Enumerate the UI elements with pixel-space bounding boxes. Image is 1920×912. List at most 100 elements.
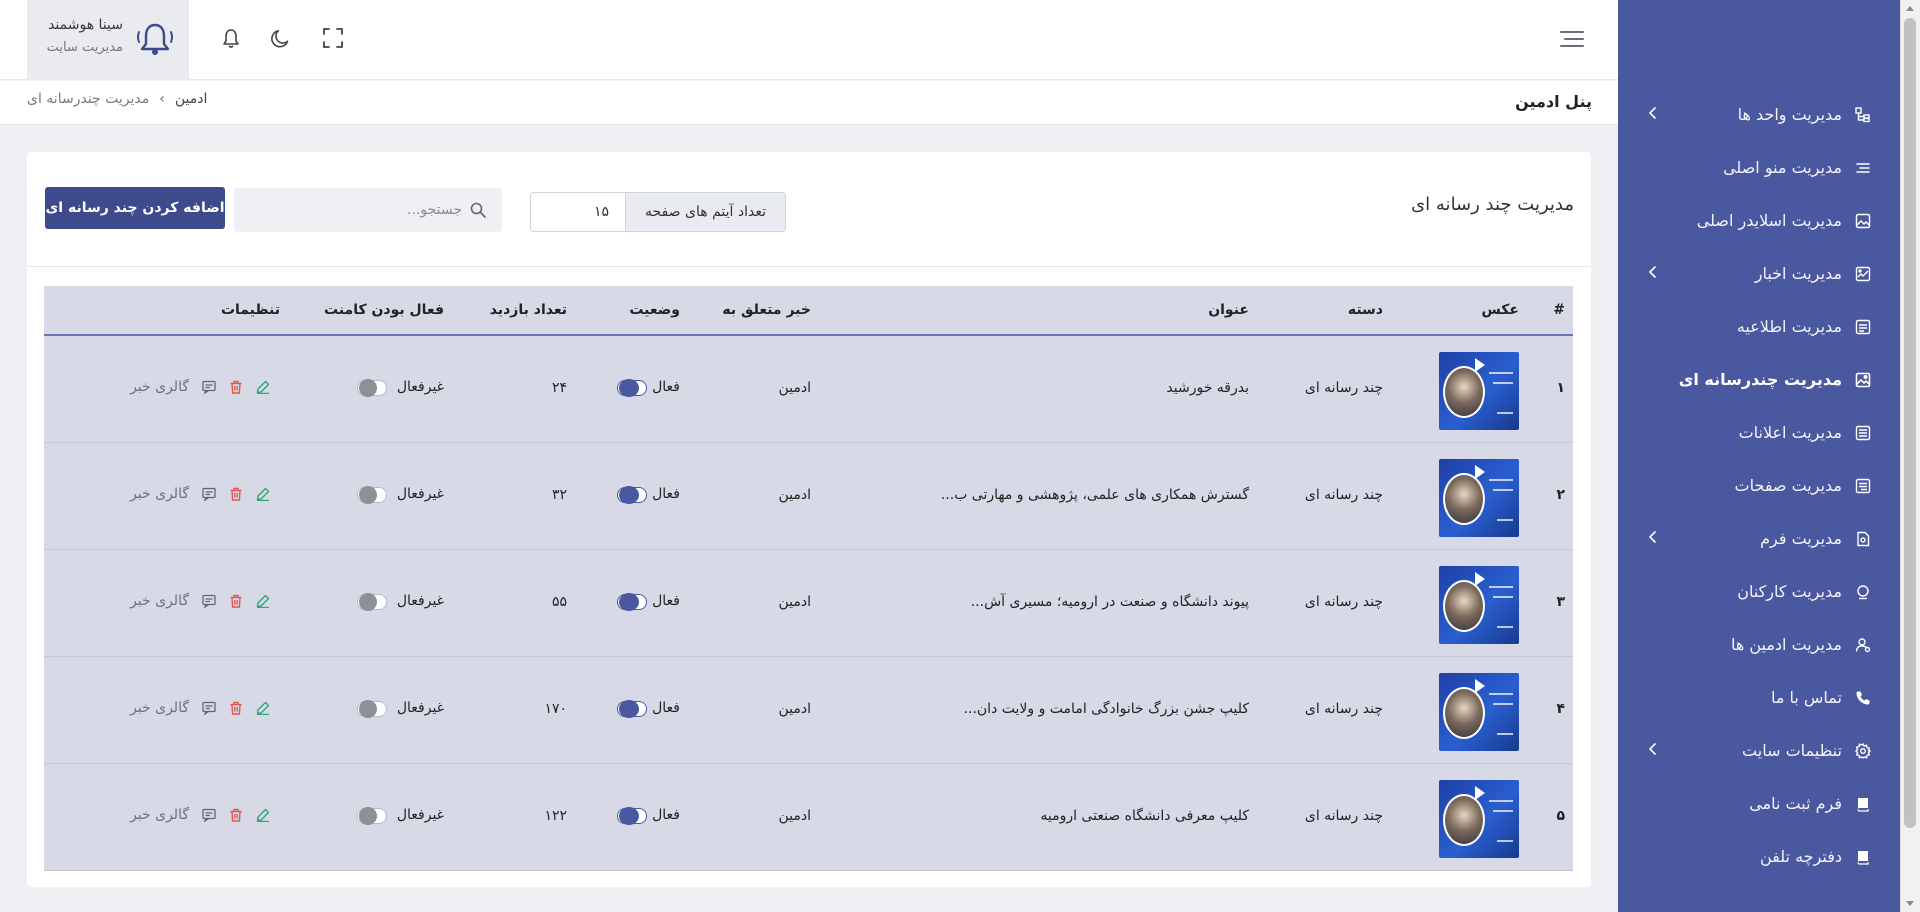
cell-index: ۱ bbox=[1556, 380, 1565, 396]
content-card: مدیریت چند رسانه ای تعداد آیتم های صفحه … bbox=[27, 152, 1591, 887]
gallery-comment-icon[interactable] bbox=[202, 487, 216, 501]
sidebar-item-1[interactable]: مدیریت واحد ها bbox=[1618, 88, 1900, 141]
edit-icon[interactable] bbox=[256, 808, 270, 822]
cell-category: چند رسانه ای bbox=[1304, 701, 1383, 717]
sidebar-item-label: دفترچه تلفن bbox=[1759, 847, 1842, 866]
scroll-up-arrow[interactable] bbox=[1906, 6, 1914, 11]
sidebar-item-4[interactable]: مدیریت اخبار bbox=[1618, 247, 1900, 300]
row-thumbnail-image[interactable] bbox=[1439, 566, 1519, 644]
thumbnail-text-line bbox=[1497, 519, 1513, 521]
sidebar-item-13[interactable]: تنظیمات سایت bbox=[1618, 724, 1900, 777]
status-toggle[interactable] bbox=[617, 700, 647, 718]
table-row: ۲ چند رسانه ای گسترش همکاری های علمی، پژوه… bbox=[44, 443, 1573, 550]
cell-related-news: ادمین bbox=[778, 487, 811, 503]
play-icon bbox=[1475, 465, 1485, 479]
sidebar-item-label: مدیریت اخبار bbox=[1754, 264, 1842, 283]
row-thumbnail-image[interactable] bbox=[1439, 459, 1519, 537]
cell-views: ۲۴ bbox=[551, 380, 567, 396]
chevron-left-icon[interactable] bbox=[1648, 531, 1658, 547]
cell-related-news: ادمین bbox=[778, 380, 811, 396]
delete-icon[interactable] bbox=[229, 380, 243, 394]
news-gallery-link[interactable]: گالری خبر bbox=[130, 593, 189, 609]
sidebar-item-label: فرم ثبت نامی bbox=[1749, 794, 1842, 813]
comments-toggle[interactable] bbox=[357, 379, 387, 397]
search-input[interactable] bbox=[262, 202, 462, 218]
sidebar-item-10[interactable]: مدیریت کارکنان bbox=[1618, 565, 1900, 618]
sidebar-item-14[interactable]: فرم ثبت نامی bbox=[1618, 777, 1900, 830]
multimedia-icon bbox=[1854, 371, 1872, 389]
row-thumbnail-image[interactable] bbox=[1439, 780, 1519, 858]
sidebar-item-3[interactable]: مدیریت اسلایدر اصلی bbox=[1618, 194, 1900, 247]
comments-toggle[interactable] bbox=[357, 700, 387, 718]
gear-icon bbox=[1854, 742, 1872, 760]
delete-icon[interactable] bbox=[229, 808, 243, 822]
user-avatar-bell-icon bbox=[135, 20, 175, 62]
sidebar-item-label: مدیریت چندرسانه ای bbox=[1678, 370, 1842, 389]
add-multimedia-button[interactable]: اضافه کردن چند رسانه ای bbox=[45, 187, 225, 229]
staff-icon bbox=[1854, 583, 1872, 601]
toggle-knob bbox=[359, 486, 377, 504]
row-thumbnail-image[interactable] bbox=[1439, 352, 1519, 430]
sidebar-item-8[interactable]: مدیریت صفحات bbox=[1618, 459, 1900, 512]
chevron-left-icon[interactable] bbox=[1648, 743, 1658, 759]
page-scrollbar[interactable] bbox=[1900, 0, 1920, 912]
breadcrumb: مدیریت چندرسانه ای ‹ ادمین bbox=[27, 91, 207, 107]
sidebar-item-7[interactable]: مدیریت اعلانات bbox=[1618, 406, 1900, 459]
cell-views: ۳۲ bbox=[551, 487, 567, 503]
sidebar-item-6[interactable]: مدیریت چندرسانه ای bbox=[1618, 353, 1900, 406]
breadcrumb-item-admin[interactable]: ادمین bbox=[175, 91, 208, 107]
sidebar-item-9[interactable]: مدیریت فرم bbox=[1618, 512, 1900, 565]
edit-icon[interactable] bbox=[256, 487, 270, 501]
status-toggle[interactable] bbox=[617, 486, 647, 504]
sidebar-item-15[interactable]: دفترچه تلفن bbox=[1618, 830, 1900, 883]
header-index: # bbox=[1553, 302, 1565, 318]
cell-title: بدرقه خورشید bbox=[1166, 380, 1249, 396]
comments-toggle[interactable] bbox=[357, 807, 387, 825]
notification-bell-icon[interactable] bbox=[218, 25, 244, 51]
header-views: تعداد بازدید bbox=[489, 302, 567, 318]
sidebar-item-5[interactable]: مدیریت اطلاعیه bbox=[1618, 300, 1900, 353]
news-gallery-link[interactable]: گالری خبر bbox=[130, 486, 189, 502]
edit-icon[interactable] bbox=[256, 380, 270, 394]
chevron-left-icon[interactable] bbox=[1648, 107, 1658, 123]
gallery-comment-icon[interactable] bbox=[202, 380, 216, 394]
status-toggle[interactable] bbox=[617, 807, 647, 825]
sidebar-item-label: مدیریت منو اصلی bbox=[1723, 158, 1842, 177]
edit-icon[interactable] bbox=[256, 594, 270, 608]
edit-icon[interactable] bbox=[256, 701, 270, 715]
sidebar-item-11[interactable]: مدیریت ادمین ها bbox=[1618, 618, 1900, 671]
dark-mode-moon-icon[interactable] bbox=[269, 25, 295, 51]
fullscreen-icon[interactable] bbox=[320, 25, 346, 51]
toggle-knob bbox=[359, 807, 377, 825]
row-thumbnail-image[interactable] bbox=[1439, 673, 1519, 751]
status-toggle[interactable] bbox=[617, 593, 647, 611]
gallery-comment-icon[interactable] bbox=[202, 808, 216, 822]
news-gallery-link[interactable]: گالری خبر bbox=[130, 700, 189, 716]
delete-icon[interactable] bbox=[229, 487, 243, 501]
header-category: دسته bbox=[1347, 302, 1383, 318]
delete-icon[interactable] bbox=[229, 594, 243, 608]
thumbnail-text-line bbox=[1493, 810, 1513, 812]
chevron-left-icon[interactable] bbox=[1648, 266, 1658, 282]
cell-related-news: ادمین bbox=[778, 594, 811, 610]
cell-index: ۲ bbox=[1556, 487, 1565, 503]
news-gallery-link[interactable]: گالری خبر bbox=[130, 379, 189, 395]
scroll-down-arrow[interactable] bbox=[1906, 901, 1914, 906]
comments-toggle[interactable] bbox=[357, 593, 387, 611]
sidebar-item-2[interactable]: مدیریت منو اصلی bbox=[1618, 141, 1900, 194]
sidebar-item-12[interactable]: تماس با ما bbox=[1618, 671, 1900, 724]
gallery-comment-icon[interactable] bbox=[202, 594, 216, 608]
cell-index: ۴ bbox=[1556, 701, 1565, 717]
status-toggle[interactable] bbox=[617, 379, 647, 397]
gallery-comment-icon[interactable] bbox=[202, 701, 216, 715]
news-gallery-link[interactable]: گالری خبر bbox=[130, 807, 189, 823]
comments-toggle[interactable] bbox=[357, 486, 387, 504]
per-page-input[interactable] bbox=[531, 193, 625, 231]
sidebar-item-label: مدیریت اطلاعیه bbox=[1736, 317, 1842, 336]
hamburger-menu-icon[interactable] bbox=[1560, 28, 1584, 50]
status-label: فعال bbox=[652, 379, 680, 395]
user-profile[interactable]: سینا هوشمند مدیریت سایت bbox=[27, 0, 189, 80]
scrollbar-thumb[interactable] bbox=[1904, 18, 1916, 828]
cell-views: ۱۲۲ bbox=[544, 808, 567, 824]
delete-icon[interactable] bbox=[229, 701, 243, 715]
